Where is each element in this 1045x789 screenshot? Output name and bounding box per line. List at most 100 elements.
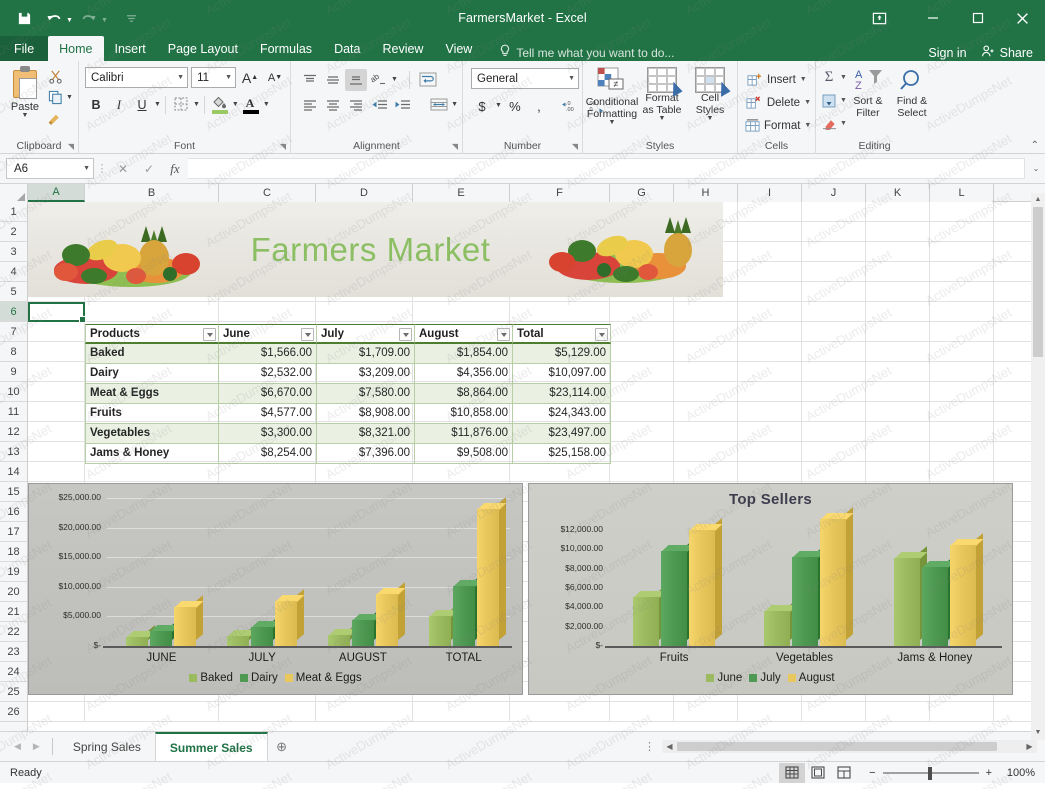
row-header-1[interactable]: 1 bbox=[0, 202, 27, 222]
undo-dropdown-icon[interactable]: ▼ bbox=[66, 17, 73, 24]
collapse-ribbon-icon[interactable]: ⌃ bbox=[1031, 140, 1039, 151]
table-header-june[interactable]: June bbox=[219, 324, 317, 344]
page-layout-view-icon[interactable] bbox=[805, 763, 831, 783]
farmers-market-banner[interactable]: Farmers Market bbox=[28, 202, 723, 297]
chevron-down-icon[interactable]: ▼ bbox=[174, 74, 184, 81]
row-header-17[interactable]: 17 bbox=[0, 522, 27, 542]
align-right-button[interactable] bbox=[345, 94, 367, 116]
cell-june[interactable]: $4,577.00 bbox=[219, 404, 317, 424]
delete-cells-button[interactable]: Delete ▼ bbox=[745, 91, 811, 114]
font-color-dropdown-icon[interactable]: ▼ bbox=[263, 101, 270, 108]
tab-home[interactable]: Home bbox=[48, 36, 103, 61]
row-header-9[interactable]: 9 bbox=[0, 362, 27, 382]
tab-insert[interactable]: Insert bbox=[104, 36, 157, 61]
row-header-26[interactable]: 26 bbox=[0, 702, 27, 722]
cell-august[interactable]: $4,356.00 bbox=[415, 364, 513, 384]
cell-august[interactable]: $11,876.00 bbox=[415, 424, 513, 444]
vertical-scrollbar[interactable]: ▲ ▼ bbox=[1031, 193, 1045, 740]
tab-page-layout[interactable]: Page Layout bbox=[157, 36, 249, 61]
tab-review[interactable]: Review bbox=[371, 36, 434, 61]
column-header-A[interactable]: A bbox=[28, 184, 85, 202]
table-row[interactable]: Fruits $4,577.00 $8,908.00 $10,858.00 $2… bbox=[85, 404, 613, 424]
conditional-formatting-dropdown-icon[interactable]: ▼ bbox=[609, 119, 616, 126]
cells-area[interactable]: Farmers Market bbox=[28, 202, 1045, 731]
cell-june[interactable]: $1,566.00 bbox=[219, 344, 317, 364]
sheet-tab-summer-sales[interactable]: Summer Sales bbox=[155, 732, 268, 761]
cell-product[interactable]: Baked bbox=[85, 344, 219, 364]
page-break-preview-icon[interactable] bbox=[831, 763, 857, 783]
redo-dropdown-icon[interactable]: ▼ bbox=[101, 17, 108, 24]
undo-icon[interactable] bbox=[40, 5, 68, 31]
ribbon-display-options-icon[interactable] bbox=[860, 3, 898, 33]
table-header-products[interactable]: Products bbox=[85, 324, 219, 344]
center-button[interactable] bbox=[322, 94, 344, 116]
cell-july[interactable]: $7,580.00 bbox=[317, 384, 415, 404]
column-header-G[interactable]: G bbox=[610, 184, 674, 202]
cell-july[interactable]: $3,209.00 bbox=[317, 364, 415, 384]
name-box[interactable]: A6 ▼ bbox=[6, 158, 94, 179]
row-header-7[interactable]: 7 bbox=[0, 322, 27, 342]
close-button[interactable] bbox=[1000, 0, 1045, 36]
fill-dropdown-icon[interactable]: ▼ bbox=[840, 97, 847, 104]
row-header-20[interactable]: 20 bbox=[0, 582, 27, 602]
cell-august[interactable]: $8,864.00 bbox=[415, 384, 513, 404]
cell-july[interactable]: $1,709.00 bbox=[317, 344, 415, 364]
copy-button[interactable]: ▼ bbox=[46, 88, 73, 107]
cell-august[interactable]: $1,854.00 bbox=[415, 344, 513, 364]
tab-data[interactable]: Data bbox=[323, 36, 371, 61]
row-header-24[interactable]: 24 bbox=[0, 662, 27, 682]
row-header-21[interactable]: 21 bbox=[0, 602, 27, 622]
zoom-slider-thumb[interactable] bbox=[928, 767, 932, 780]
cell-july[interactable]: $7,396.00 bbox=[317, 444, 415, 464]
comma-style-button[interactable]: , bbox=[528, 95, 550, 117]
tell-me-search[interactable]: Tell me what you want to do... bbox=[499, 44, 674, 61]
row-header-14[interactable]: 14 bbox=[0, 462, 27, 482]
filter-dropdown-icon-products[interactable] bbox=[203, 328, 216, 341]
share-button[interactable]: Share bbox=[981, 44, 1033, 61]
chart-top-sellers[interactable]: Top Sellers$12,000.00$10,000.00$8,000.00… bbox=[528, 483, 1013, 695]
column-header-H[interactable]: H bbox=[674, 184, 738, 202]
orientation-dropdown-icon[interactable]: ▼ bbox=[391, 76, 398, 83]
table-row[interactable]: Dairy $2,532.00 $3,209.00 $4,356.00 $10,… bbox=[85, 364, 613, 384]
normal-view-icon[interactable] bbox=[779, 763, 805, 783]
autosum-dropdown-icon[interactable]: ▼ bbox=[840, 74, 847, 81]
number-dialog-launcher-icon[interactable]: ◥ bbox=[572, 142, 578, 151]
cell-june[interactable]: $3,300.00 bbox=[219, 424, 317, 444]
borders-button[interactable] bbox=[170, 94, 192, 116]
column-header-C[interactable]: C bbox=[219, 184, 316, 202]
table-row[interactable]: Meat & Eggs $6,670.00 $7,580.00 $8,864.0… bbox=[85, 384, 613, 404]
fill-color-dropdown-icon[interactable]: ▼ bbox=[232, 101, 239, 108]
tab-view[interactable]: View bbox=[434, 36, 483, 61]
decrease-indent-button[interactable] bbox=[368, 94, 390, 116]
table-header-july[interactable]: July bbox=[317, 324, 415, 344]
align-left-button[interactable] bbox=[299, 94, 321, 116]
scroll-up-icon[interactable]: ▲ bbox=[1031, 193, 1045, 207]
accounting-dropdown-icon[interactable]: ▼ bbox=[495, 102, 502, 109]
formula-input[interactable] bbox=[188, 158, 1025, 179]
row-header-6[interactable]: 6 bbox=[0, 302, 27, 322]
select-all-corner[interactable] bbox=[0, 184, 28, 202]
filter-dropdown-icon-total[interactable] bbox=[595, 328, 608, 341]
autosum-button[interactable]: Σ ▼ bbox=[820, 66, 847, 89]
row-header-19[interactable]: 19 bbox=[0, 562, 27, 582]
scroll-left-icon[interactable]: ◀ bbox=[662, 742, 677, 751]
row-header-11[interactable]: 11 bbox=[0, 402, 27, 422]
format-painter-button[interactable] bbox=[46, 109, 73, 128]
tab-formulas[interactable]: Formulas bbox=[249, 36, 323, 61]
chevron-down-icon[interactable]: ▼ bbox=[565, 75, 575, 82]
delete-dropdown-icon[interactable]: ▼ bbox=[804, 99, 811, 106]
chevron-down-icon[interactable]: ▼ bbox=[222, 74, 232, 81]
cell-styles-dropdown-icon[interactable]: ▼ bbox=[707, 115, 714, 122]
zoom-out-button[interactable]: − bbox=[869, 767, 875, 779]
cell-total[interactable]: $24,343.00 bbox=[513, 404, 611, 424]
insert-cells-button[interactable]: Insert ▼ bbox=[745, 68, 811, 91]
row-header-12[interactable]: 12 bbox=[0, 422, 27, 442]
row-header-22[interactable]: 22 bbox=[0, 622, 27, 642]
underline-dropdown-icon[interactable]: ▼ bbox=[154, 101, 161, 108]
merge-center-dropdown-icon[interactable]: ▼ bbox=[451, 101, 458, 108]
zoom-in-button[interactable]: + bbox=[986, 767, 992, 779]
format-cells-button[interactable]: Format ▼ bbox=[745, 114, 811, 137]
column-header-F[interactable]: F bbox=[510, 184, 610, 202]
sheet-bar-grip[interactable]: ⋮ bbox=[644, 740, 662, 753]
format-dropdown-icon[interactable]: ▼ bbox=[804, 122, 811, 129]
